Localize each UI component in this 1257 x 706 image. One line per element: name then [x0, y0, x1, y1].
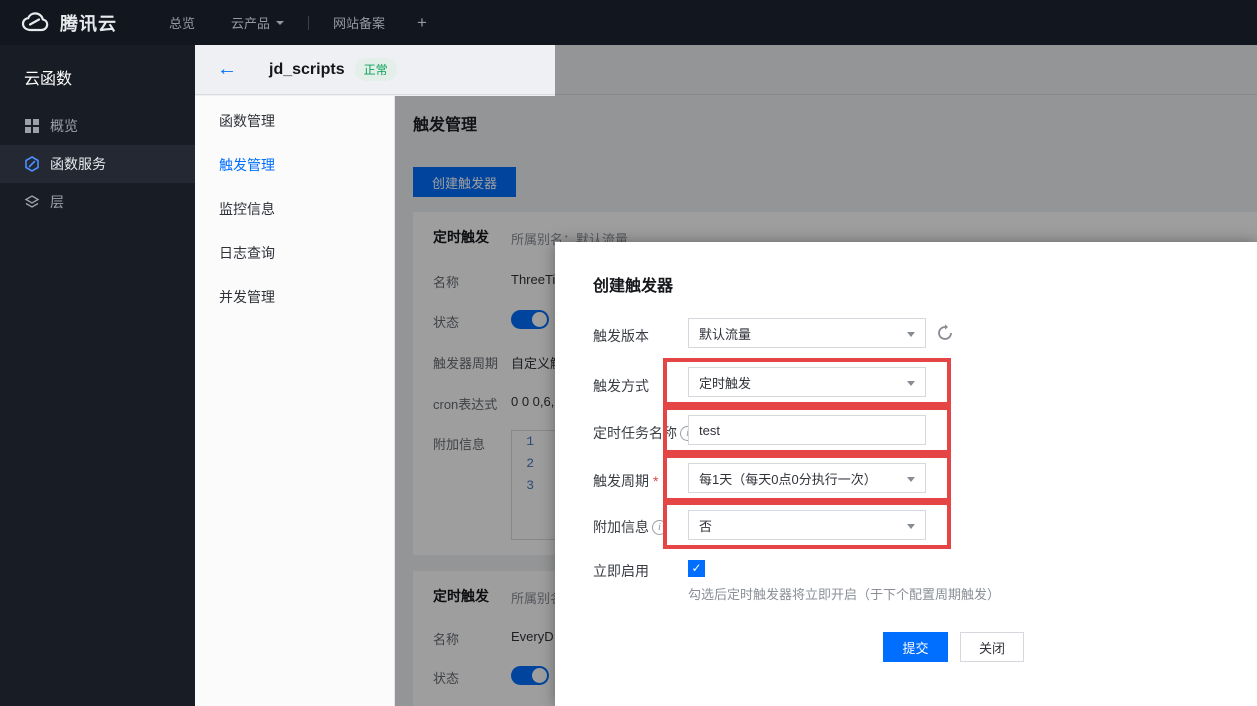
top-nav-items: 总览 云产品 网站备案 +	[151, 13, 427, 33]
nav-overview[interactable]: 总览	[169, 13, 195, 32]
enable-now-helper-text: 勾选后定时触发器将立即开启（于下个配置周期触发）	[688, 584, 1000, 603]
enable-now-checkbox[interactable]: ✓	[688, 560, 705, 577]
tencent-cloud-logo-icon	[18, 11, 52, 35]
brand[interactable]: 腾讯云	[18, 10, 117, 36]
chevron-down-icon	[276, 21, 284, 25]
trigger-method-select[interactable]: 定时触发	[688, 367, 926, 397]
chevron-down-icon	[907, 477, 915, 482]
grid-icon	[24, 118, 40, 134]
dialog-title: 创建触发器	[593, 272, 673, 296]
field-label-trigger-cycle: 触发周期*	[593, 471, 658, 491]
menu-item-trigger-management[interactable]: 触发管理	[195, 146, 394, 184]
create-trigger-dialog: 创建触发器 触发版本 默认流量 触发方式 定时触发 定时任务名称i* 触发周期*	[555, 242, 1257, 706]
submit-button[interactable]: 提交	[883, 632, 948, 662]
trigger-cycle-select[interactable]: 每1天（每天0点0分执行一次）	[688, 463, 926, 493]
function-icon	[24, 156, 40, 172]
trigger-version-select[interactable]: 默认流量	[688, 318, 926, 348]
chevron-down-icon	[907, 332, 915, 337]
close-button[interactable]: 关闭	[960, 632, 1024, 662]
menu-item-log-query[interactable]: 日志查询	[195, 234, 394, 272]
field-label-extra-info: 附加信息i	[593, 517, 667, 537]
product-title: 云函数	[0, 45, 195, 107]
menu-item-monitoring[interactable]: 监控信息	[195, 190, 394, 228]
nav-add-button[interactable]: +	[417, 13, 427, 33]
info-icon[interactable]: i	[652, 520, 667, 535]
back-arrow-icon[interactable]: ←	[217, 58, 237, 81]
extra-info-select[interactable]: 否	[688, 510, 926, 540]
modal-backdrop-header	[555, 45, 1257, 96]
chevron-down-icon	[907, 524, 915, 529]
layers-icon	[24, 194, 40, 210]
function-name: jd_scripts	[269, 61, 345, 79]
field-label-trigger-method: 触发方式	[593, 376, 649, 396]
sidebar-item-overview[interactable]: 概览	[0, 107, 195, 145]
task-name-input[interactable]	[688, 415, 926, 445]
menu-item-function-management[interactable]: 函数管理	[195, 102, 394, 140]
field-label-trigger-version: 触发版本	[593, 326, 649, 346]
sidebar-item-label: 层	[50, 192, 64, 212]
brand-name: 腾讯云	[60, 10, 117, 36]
menu-item-concurrency[interactable]: 并发管理	[195, 278, 394, 316]
required-asterisk: *	[653, 473, 658, 489]
product-sidebar: 云函数 概览 函数服务 层	[0, 45, 195, 706]
status-badge: 正常	[355, 58, 397, 81]
field-label-enable-now: 立即启用	[593, 561, 649, 581]
top-nav: 腾讯云 总览 云产品 网站备案 +	[0, 0, 1257, 45]
refresh-icon[interactable]	[935, 323, 955, 343]
sidebar-item-function-service[interactable]: 函数服务	[0, 145, 195, 183]
sidebar-item-label: 函数服务	[50, 154, 106, 174]
function-menu: 函数管理 触发管理 监控信息 日志查询 并发管理	[195, 96, 395, 706]
nav-divider	[308, 16, 309, 30]
screen: 腾讯云 总览 云产品 网站备案 + 云函数 概览 函数服务	[0, 0, 1257, 706]
sidebar-item-layers[interactable]: 层	[0, 183, 195, 221]
nav-website-filing[interactable]: 网站备案	[333, 13, 385, 32]
nav-cloud-products[interactable]: 云产品	[231, 13, 284, 32]
chevron-down-icon	[907, 381, 915, 386]
sidebar-item-label: 概览	[50, 116, 78, 136]
